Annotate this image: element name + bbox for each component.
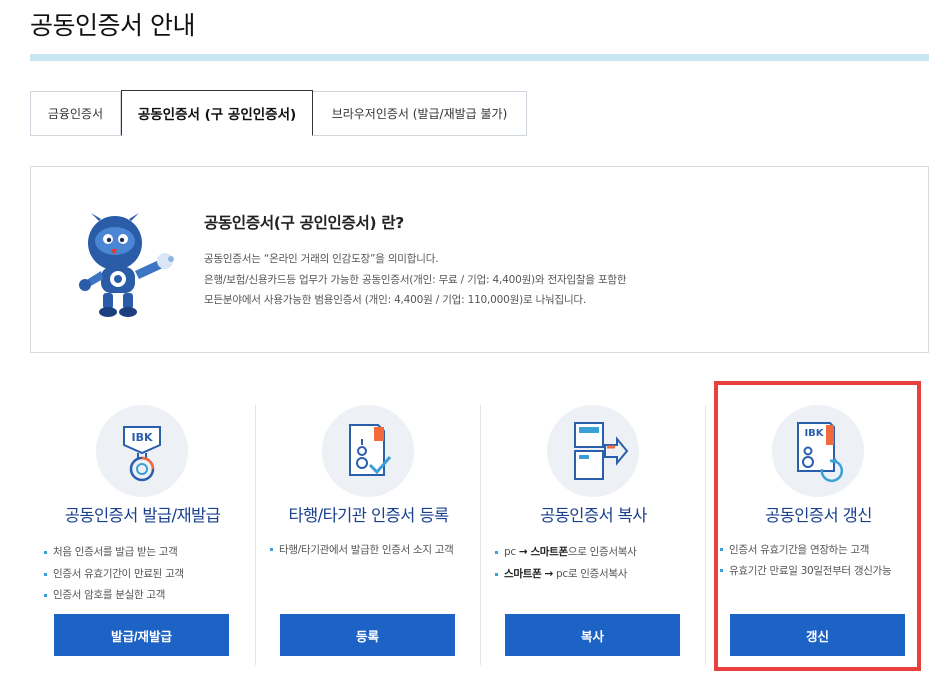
- tab-bar: 금융인증서 공동인증서 (구 공인인증서) 브라우저인증서 (발급/재발급 불가…: [30, 90, 527, 136]
- copy-button[interactable]: 복사: [505, 614, 680, 656]
- service-bullet-list: 처음 인증서를 발급 받는 고객 인증서 유효기간이 만료된 고객 인증서 암호…: [43, 542, 248, 607]
- tab-financial-certificate[interactable]: 금융인증서: [30, 91, 121, 136]
- info-description-line: 모든분야에서 사용가능한 범용인증서 (개인: 4,400원 / 기업: 110…: [204, 294, 587, 306]
- ibk-label: IBK: [131, 431, 152, 444]
- certificate-renew-icon: IBK: [772, 405, 864, 497]
- title-divider: [30, 54, 929, 61]
- list-item: 인증서 암호를 분실한 고객: [43, 585, 248, 607]
- service-renew: IBK 공동인증서 갱신 인증서 유효기간을 연장하는 고객 유효기간 만료일 …: [705, 405, 930, 665]
- service-title: 공동인증서 갱신: [765, 506, 872, 525]
- list-item: 인증서 유효기간을 연장하는 고객: [719, 542, 924, 558]
- list-item: pc → 스마트폰으로 인증서복사: [494, 542, 699, 564]
- certificate-copy-icon: [547, 405, 639, 497]
- certificate-badge-icon: IBK: [96, 405, 188, 497]
- mascot-robot-icon: [79, 213, 174, 317]
- service-title: 타행/타기관 인증서 등록: [288, 506, 449, 525]
- tab-browser-certificate[interactable]: 브라우저인증서 (발급/재발급 불가): [313, 91, 527, 136]
- info-title: 공동인증서(구 공인인증서) 란?: [204, 214, 404, 232]
- info-description-line: 공동인증서는 “온라인 거래의 인감도장”을 의미합니다.: [204, 253, 439, 265]
- ibk-label: IBK: [804, 428, 824, 439]
- list-item: 인증서 유효기간이 만료된 고객: [43, 564, 248, 586]
- info-box: 공동인증서(구 공인인증서) 란? 공동인증서는 “온라인 거래의 인감도장”을…: [30, 166, 929, 353]
- list-item: 유효기간 만료일 30일전부터 갱신가능: [719, 563, 924, 579]
- service-title: 공동인증서 복사: [540, 506, 647, 525]
- service-bullet-list: pc → 스마트폰으로 인증서복사 스마트폰 → pc로 인증서복사: [494, 542, 699, 585]
- service-bullet-list: 타행/타기관에서 발급한 인증서 소지 고객: [269, 542, 474, 558]
- renew-button[interactable]: 갱신: [730, 614, 905, 656]
- list-item: 스마트폰 → pc로 인증서복사: [494, 564, 699, 586]
- certificate-register-icon: [322, 405, 414, 497]
- tab-joint-certificate[interactable]: 공동인증서 (구 공인인증서): [121, 90, 313, 136]
- issue-button[interactable]: 발급/재발급: [54, 614, 229, 656]
- service-copy: 공동인증서 복사 pc → 스마트폰으로 인증서복사 스마트폰 → pc로 인증…: [480, 405, 705, 665]
- service-title: 공동인증서 발급/재발급: [64, 506, 221, 525]
- service-register: 타행/타기관 인증서 등록 타행/타기관에서 발급한 인증서 소지 고객 등록: [255, 405, 480, 665]
- list-item: 처음 인증서를 발급 받는 고객: [43, 542, 248, 564]
- info-description-line: 은행/보험/신용카드등 업무가 가능한 공동인증서(개인: 무료 / 기업: 4…: [204, 274, 627, 286]
- list-item: 타행/타기관에서 발급한 인증서 소지 고객: [269, 542, 474, 558]
- service-issue: IBK 공동인증서 발급/재발급 처음 인증서를 발급 받는 고객 인증서 유효…: [30, 405, 255, 665]
- service-bullet-list: 인증서 유효기간을 연장하는 고객 유효기간 만료일 30일전부터 갱신가능: [719, 542, 924, 579]
- page-title: 공동인증서 안내: [30, 11, 195, 40]
- register-button[interactable]: 등록: [280, 614, 455, 656]
